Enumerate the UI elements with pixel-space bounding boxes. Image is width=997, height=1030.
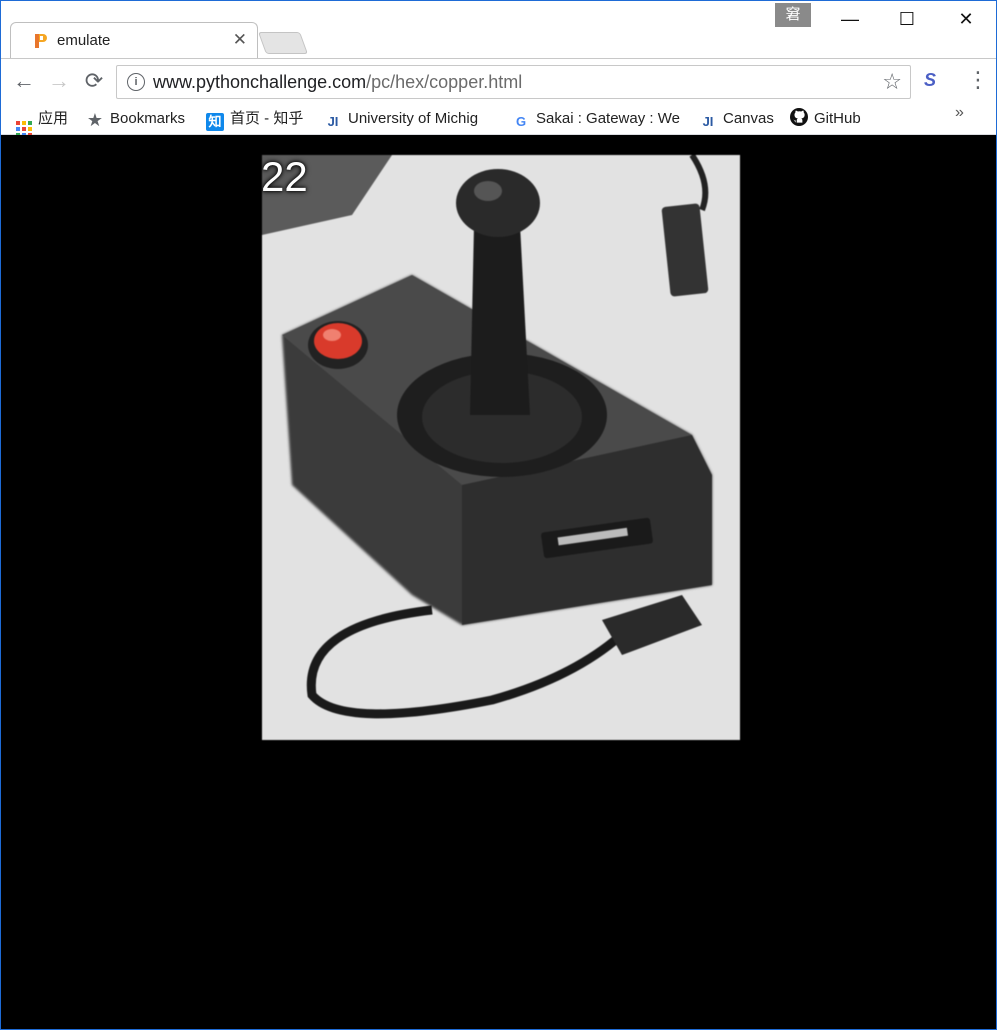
tab-title: emulate	[57, 32, 111, 49]
level-number: 22	[261, 153, 308, 200]
minimize-button[interactable]: —	[830, 6, 870, 32]
close-window-button[interactable]: ✕	[946, 6, 986, 32]
navigation-toolbar: ← → ⟳ i www.pythonchallenge.com/pc/hex/c…	[0, 58, 997, 105]
bookmarks-bar: 应用 ★ Bookmarks 知首页 - 知乎 JI University of M…	[0, 104, 997, 137]
bookmark-label: University of Michig	[348, 110, 479, 127]
bookmark-zhihu[interactable]: 知首页 - 知乎	[206, 108, 304, 131]
bookmark-canvas[interactable]: JI Canvas	[699, 108, 774, 130]
back-arrow-icon[interactable]: ←	[12, 69, 36, 93]
bookmark-sakai[interactable]: G Sakai : Gateway : We	[512, 108, 680, 130]
site-info-icon[interactable]: i	[127, 73, 145, 91]
tab-emulate[interactable]: emulate ✕	[10, 22, 258, 60]
google-icon: G	[515, 114, 527, 129]
bookmark-label: Canvas	[723, 110, 774, 127]
star-icon: ★	[86, 110, 104, 130]
ji-icon: JI	[702, 114, 714, 129]
bookmark-label: 应用	[38, 110, 69, 127]
browser-chrome: emulate ✕ 窘 — ☐ ✕ ← → ⟳ i www.pythonchal…	[0, 0, 997, 137]
github-icon	[790, 108, 808, 126]
zhihu-icon: 知	[206, 113, 224, 131]
bookmark-umich[interactable]: JI University of Michig	[324, 108, 478, 130]
browser-menu-icon[interactable]: ⋮	[967, 68, 989, 92]
bookmark-label: 首页 - 知乎	[230, 110, 304, 127]
joystick-illustration-icon	[262, 153, 740, 740]
tab-close-icon[interactable]: ✕	[233, 30, 247, 50]
bookmark-github[interactable]: GitHub	[790, 108, 861, 130]
bookmark-bookmarks[interactable]: ★ Bookmarks	[86, 108, 185, 130]
new-tab-button[interactable]	[257, 32, 309, 54]
extension-icon[interactable]: S	[924, 70, 936, 91]
url-host: www.pythonchallenge.com	[153, 72, 367, 92]
bookmark-apps[interactable]: 应用	[16, 108, 69, 137]
reload-icon[interactable]: ⟳	[82, 69, 106, 93]
bookmarks-overflow-button[interactable]: »	[955, 104, 964, 122]
python-challenge-favicon-icon	[33, 33, 49, 49]
page-content: 22	[1, 135, 996, 1029]
url-path: /pc/hex/copper.html	[366, 72, 523, 92]
bookmark-star-icon[interactable]: ☆	[882, 69, 902, 95]
address-bar[interactable]: i www.pythonchallenge.com/pc/hex/copper.…	[116, 65, 911, 99]
browser-window: emulate ✕ 窘 — ☐ ✕ ← → ⟳ i www.pythonchal…	[0, 0, 997, 1030]
maximize-button[interactable]: ☐	[887, 6, 927, 32]
bookmark-label: Sakai : Gateway : We	[536, 110, 680, 127]
bookmark-label: Bookmarks	[110, 110, 186, 127]
url-text[interactable]: www.pythonchallenge.com/pc/hex/copper.ht…	[153, 72, 522, 93]
forward-arrow-icon[interactable]: →	[47, 69, 71, 93]
ime-indicator: 窘	[775, 3, 811, 27]
bookmark-label: GitHub	[814, 110, 861, 127]
joystick-photo	[262, 153, 740, 740]
ji-icon: JI	[327, 114, 339, 129]
tab-strip: emulate ✕ 窘 — ☐ ✕	[0, 0, 997, 60]
